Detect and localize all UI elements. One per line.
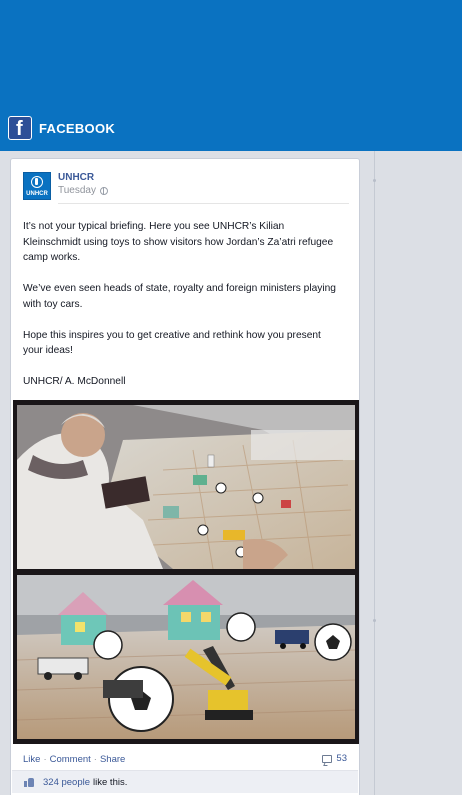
post-timestamp: Tuesday xyxy=(58,185,108,196)
post-paragraph: Hope this inspires you to get creative a… xyxy=(23,329,321,357)
post-actions: Like · Comment · Share xyxy=(23,754,125,765)
share-link[interactable]: Share xyxy=(100,754,125,765)
right-pane xyxy=(373,151,462,795)
post-card: UNHCR UNHCR Tuesday It’s not your typica… xyxy=(10,158,360,795)
comment-count[interactable]: 53 xyxy=(322,753,347,764)
header-divider xyxy=(58,203,349,204)
facebook-logo-icon: f xyxy=(8,116,32,140)
photo-collage-image xyxy=(13,405,359,739)
like-link[interactable]: Like xyxy=(23,754,40,765)
post-body: It’s not your typical briefing. Here you… xyxy=(23,219,343,405)
facebook-title: FACEBOOK xyxy=(39,120,116,136)
comment-count-value: 53 xyxy=(336,753,347,764)
page-name-link[interactable]: UNHCR xyxy=(58,172,94,183)
post-paragraph: It’s not your typical briefing. Here you… xyxy=(23,221,334,263)
likes-suffix: like this. xyxy=(93,776,128,788)
post-photo[interactable] xyxy=(13,400,359,744)
globe-icon xyxy=(99,186,108,195)
timestamp-text[interactable]: Tuesday xyxy=(58,185,96,196)
pane-marker xyxy=(373,179,376,182)
likes-count-link[interactable]: 324 people xyxy=(43,777,90,788)
action-separator: · xyxy=(93,754,97,765)
page-avatar[interactable]: UNHCR xyxy=(23,172,51,200)
pane-marker xyxy=(373,619,376,622)
likes-bar: 324 people like this. xyxy=(12,770,358,793)
facebook-brand[interactable]: f FACEBOOK xyxy=(8,116,115,140)
photo-credit: UNHCR/ A. McDonnell xyxy=(23,376,126,387)
action-separator: · xyxy=(43,754,47,765)
comment-link[interactable]: Comment xyxy=(50,754,91,765)
post-paragraph: We’ve even seen heads of state, royalty … xyxy=(23,283,336,310)
comment-icon xyxy=(322,754,333,763)
thumbs-up-icon xyxy=(24,777,35,787)
unhcr-emblem-icon xyxy=(31,176,43,188)
